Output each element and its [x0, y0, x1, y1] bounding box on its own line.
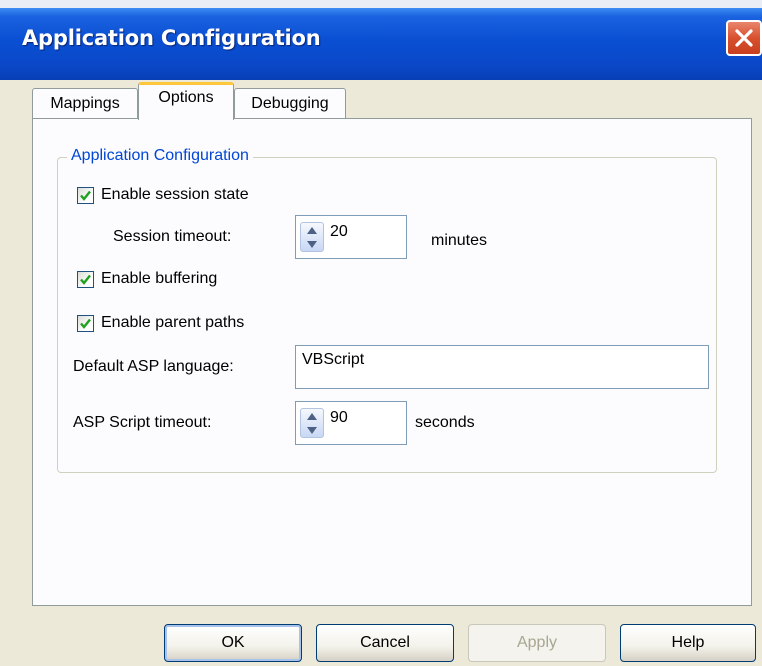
session-timeout-spinner[interactable]: 20 — [295, 215, 407, 259]
session-timeout-spin-buttons[interactable] — [300, 222, 324, 252]
check-icon — [80, 318, 91, 329]
help-button[interactable]: Help — [620, 624, 756, 662]
cancel-button[interactable]: Cancel — [316, 624, 454, 662]
check-icon — [80, 274, 91, 285]
ok-button[interactable]: OK — [164, 624, 302, 662]
spin-up-icon — [307, 413, 317, 420]
apply-button[interactable]: Apply — [468, 624, 606, 662]
enable-buffering-label[interactable]: Enable buffering — [101, 269, 217, 289]
spin-down-icon — [307, 241, 317, 248]
enable-parent-paths-checkbox[interactable] — [77, 315, 94, 332]
close-icon — [735, 29, 753, 47]
session-timeout-value: 20 — [330, 223, 348, 240]
enable-buffering-checkbox[interactable] — [77, 271, 94, 288]
default-asp-language-label: Default ASP language: — [73, 358, 234, 375]
enable-session-state-checkbox[interactable] — [77, 187, 94, 204]
default-asp-language-value: VBScript — [302, 351, 365, 368]
spin-down-icon — [307, 427, 317, 434]
tab-options-label: Options — [158, 89, 214, 106]
tab-mappings[interactable]: Mappings — [32, 88, 138, 120]
options-tab-panel: Application Configuration Enable session… — [32, 118, 752, 606]
dialog-window: Application Configuration Mappings Optio… — [0, 8, 762, 666]
enable-session-state-label[interactable]: Enable session state — [101, 185, 249, 205]
window-title: Application Configuration — [22, 26, 321, 50]
tab-mappings-label: Mappings — [50, 95, 120, 112]
spin-up-icon — [307, 227, 317, 234]
enable-parent-paths-label[interactable]: Enable parent paths — [101, 313, 244, 333]
tab-debugging-label: Debugging — [251, 95, 329, 112]
tab-debugging[interactable]: Debugging — [234, 88, 346, 120]
asp-script-timeout-unit: seconds — [415, 414, 475, 431]
check-icon — [80, 190, 91, 201]
title-bar[interactable]: Application Configuration — [0, 8, 762, 80]
asp-script-timeout-spinner[interactable]: 90 — [295, 401, 407, 445]
group-title: Application Configuration — [67, 146, 253, 166]
session-timeout-label: Session timeout: — [113, 228, 232, 245]
default-asp-language-input[interactable]: VBScript — [295, 345, 709, 389]
asp-script-timeout-label: ASP Script timeout: — [73, 414, 212, 431]
tab-options[interactable]: Options — [138, 82, 234, 120]
session-timeout-unit: minutes — [431, 232, 488, 249]
asp-script-timeout-value: 90 — [330, 409, 348, 426]
close-button[interactable] — [726, 20, 762, 56]
asp-script-timeout-spin-buttons[interactable] — [300, 408, 324, 438]
